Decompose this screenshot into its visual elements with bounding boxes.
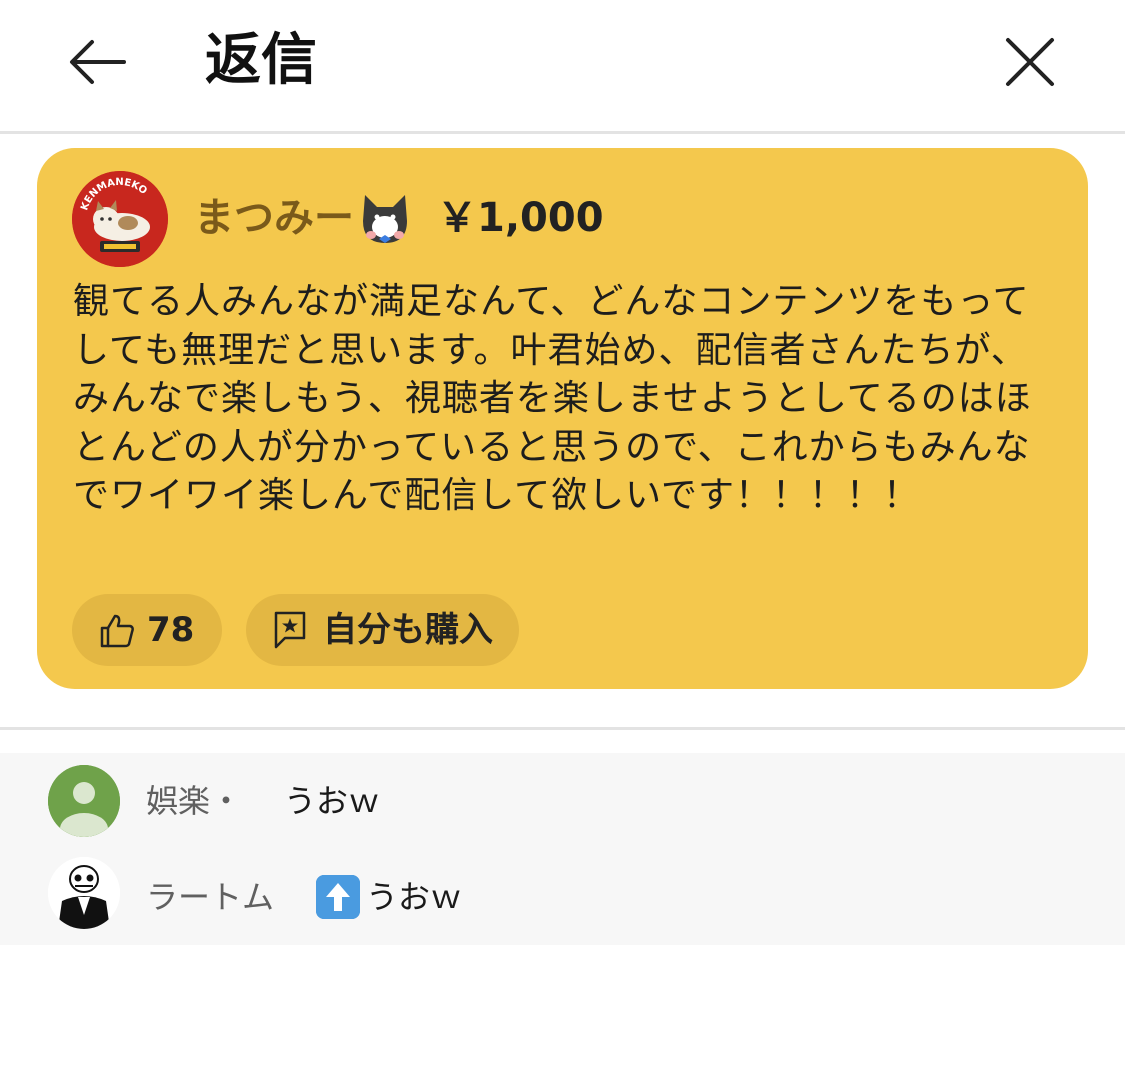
superchat-card: KENMANEKO まつみー ￥1,000 観てる人みんなが満足なんて、どんなコ…	[37, 148, 1088, 689]
divider	[0, 131, 1125, 134]
cat-logo-icon: KENMANEKO	[72, 171, 168, 267]
back-button[interactable]	[62, 26, 134, 98]
divider	[0, 727, 1125, 730]
arrow-up-emoji-icon	[316, 875, 360, 919]
list-item: 娯楽・ うおｗ	[0, 753, 1125, 849]
buy-button[interactable]: 自分も購入	[246, 594, 519, 666]
reply-text: うおｗ	[366, 878, 463, 916]
like-count: 78	[147, 610, 195, 650]
skeleton-avatar-icon	[48, 857, 120, 929]
like-button[interactable]: 78	[72, 594, 222, 666]
default-user-icon	[48, 765, 120, 837]
black-cat-badge-icon	[363, 195, 407, 243]
superchat-star-icon	[274, 611, 306, 649]
reply-author: ラートム	[146, 878, 275, 916]
arrow-left-icon	[70, 40, 126, 84]
thumbs-up-icon	[100, 614, 134, 648]
close-icon	[1006, 38, 1054, 86]
buy-label: 自分も購入	[323, 610, 493, 650]
member-badge	[357, 191, 413, 249]
avatar[interactable]	[48, 857, 120, 929]
close-button[interactable]	[996, 28, 1064, 96]
reply-author: 娯楽・	[146, 782, 243, 820]
avatar[interactable]: KENMANEKO	[72, 171, 168, 267]
list-item: ラートム うおｗ	[0, 849, 1125, 945]
arrow-up-icon	[316, 875, 360, 919]
page-title: 返信	[205, 28, 317, 93]
superchat-username: まつみー	[194, 195, 354, 241]
reply-page: 返信 KENMANEKO まつみー ￥1,000 観てる人みんなが満足なんて、ど…	[0, 0, 1125, 1089]
avatar[interactable]	[48, 765, 120, 837]
superchat-amount: ￥1,000	[437, 195, 604, 241]
reply-text: うおｗ	[284, 782, 381, 820]
reply-list: 娯楽・ うおｗ ラートム うおｗ	[0, 753, 1125, 945]
header: 返信	[0, 0, 1125, 132]
superchat-message: 観てる人みんなが満足なんて、どんなコンテンツをもってしても無理だと思います。叶君…	[73, 281, 1032, 516]
